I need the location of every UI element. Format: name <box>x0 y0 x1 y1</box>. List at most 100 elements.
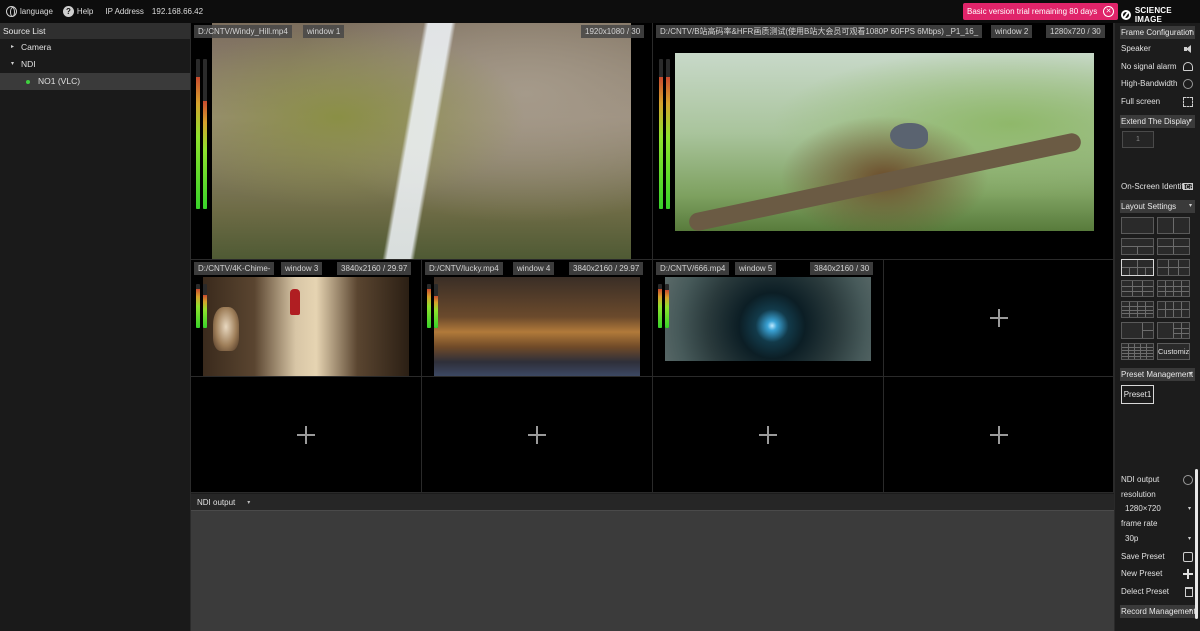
video-wall-grid: D:/CNTV/Windy_Hill.mp4 window 1 1920x108… <box>191 23 1114 493</box>
language-menu[interactable]: language <box>6 6 53 17</box>
globe-icon <box>6 6 17 17</box>
ndi-output-label: NDI output <box>1121 475 1160 484</box>
layout-2x4[interactable] <box>1157 301 1190 318</box>
help-icon: ? <box>62 6 74 17</box>
extend-display-header[interactable]: Extend The Display ▾ <box>1120 115 1195 128</box>
add-source-plus-icon[interactable] <box>528 425 546 444</box>
frame-config-header[interactable]: Frame Configuration ▾ <box>1120 26 1195 39</box>
window-source-path: D:/CNTV/666.mp4 <box>656 262 730 275</box>
layout-3x3[interactable] <box>1121 280 1154 297</box>
source-item-label: NO1 (VLC) <box>38 76 81 86</box>
fullscreen-icon[interactable] <box>1183 97 1193 107</box>
language-label: language <box>20 7 53 16</box>
save-preset-button[interactable]: Save Preset <box>1121 550 1193 564</box>
audio-meter-right <box>434 284 438 328</box>
window-name: window 4 <box>513 262 555 275</box>
layout-5x5[interactable] <box>1121 343 1154 360</box>
video-window-3[interactable]: D:/CNTV/4K-Chime- window 3 3840x2160 / 2… <box>191 260 422 377</box>
layout-1-plus-7[interactable] <box>1157 322 1190 339</box>
chevron-down-icon: ▾ <box>1188 608 1192 614</box>
layout-settings-header[interactable]: Layout Settings ▾ <box>1120 200 1195 213</box>
top-bar: language ? Help IP Address 192.168.66.42… <box>0 0 1200 24</box>
preset1-button[interactable]: Preset1 <box>1121 385 1154 404</box>
layout-1x2[interactable] <box>1157 217 1190 234</box>
audio-meter-left <box>196 59 200 209</box>
chevron-down-icon: ▾ <box>1188 118 1192 124</box>
frame-rate-label: frame rate <box>1121 519 1158 528</box>
add-source-plus-icon[interactable] <box>297 425 315 444</box>
window-resolution: 3840x2160 / 30 <box>810 262 874 275</box>
video-window-2[interactable]: D:/CNTV/B站高码率&HFR画质测试(使用B站大会员可观看1080P 60… <box>653 23 1114 260</box>
collapse-caret-icon[interactable]: ▾ <box>11 56 14 73</box>
logo-mark-icon <box>1121 10 1131 20</box>
high-bandwidth-toggle[interactable]: High-Bandwidth <box>1121 77 1193 91</box>
preset-management-header[interactable]: Preset Management ▾ <box>1120 368 1195 381</box>
source-tree-label: NDI <box>21 59 36 69</box>
ip-address-value: 192.168.66.42 <box>151 7 204 16</box>
add-source-plus-icon[interactable] <box>989 309 1008 327</box>
video-window-5[interactable]: D:/CNTV/666.mp4 window 5 3840x2160 / 30 <box>653 260 884 377</box>
ndi-output-toggle[interactable]: NDI output <box>1121 473 1193 487</box>
source-tree-ndi[interactable]: ▾ NDI <box>0 56 190 73</box>
extend-display-input[interactable]: 1 <box>1122 131 1154 148</box>
chevron-down-icon: ▾ <box>1187 536 1191 542</box>
audio-meter-left <box>659 59 663 209</box>
source-list-panel: Source List ▸ Camera ▾ NDI NO1 (VLC) <box>0 23 191 631</box>
settings-scrollbar[interactable] <box>1195 469 1198 619</box>
resolution-select[interactable]: 1280×720 ▾ <box>1121 502 1193 516</box>
full-screen-button[interactable]: Full screen <box>1121 95 1193 109</box>
window-resolution: 3840x2160 / 29.97 <box>337 262 412 275</box>
trash-icon[interactable] <box>1185 587 1193 597</box>
video-window-4[interactable]: D:/CNTV/lucky.mp4 window 4 3840x2160 / 2… <box>422 260 653 377</box>
layout-3x4[interactable] <box>1157 280 1190 297</box>
delete-preset-label: Delect Preset <box>1121 587 1170 596</box>
layout-1x1[interactable] <box>1121 217 1154 234</box>
section-title: Layout Settings <box>1121 202 1177 211</box>
audio-meter-right <box>666 59 670 209</box>
empty-window-slot[interactable] <box>653 377 884 493</box>
toggle-circle-icon[interactable] <box>1183 79 1193 89</box>
speaker-icon[interactable] <box>1183 44 1193 54</box>
empty-window-slot[interactable] <box>884 377 1114 493</box>
add-source-plus-icon[interactable] <box>759 425 777 444</box>
section-title: Frame Configuration <box>1121 28 1194 37</box>
source-item-no1-vlc[interactable]: NO1 (VLC) <box>0 73 190 90</box>
ip-address-label: IP Address <box>105 7 144 16</box>
layout-1-plus-5[interactable] <box>1121 322 1154 339</box>
save-icon[interactable] <box>1183 552 1193 562</box>
video-frame-2 <box>675 53 1094 233</box>
source-tree-camera[interactable]: ▸ Camera <box>0 39 190 56</box>
layout-1-plus-2[interactable] <box>1121 238 1154 255</box>
layout-customize-button[interactable]: Customize <box>1157 343 1190 360</box>
speaker-toggle[interactable]: Speaker <box>1121 42 1193 56</box>
help-menu[interactable]: ? Help <box>62 6 93 17</box>
window-name: window 1 <box>303 25 345 38</box>
empty-window-slot[interactable] <box>884 260 1114 377</box>
no-signal-alarm-toggle[interactable]: No signal alarm <box>1121 60 1193 74</box>
toggle-circle-icon[interactable] <box>1183 475 1193 485</box>
layout-4x4[interactable] <box>1121 301 1154 318</box>
close-icon[interactable]: ✕ <box>1103 6 1114 17</box>
layout-2x2[interactable] <box>1157 238 1190 255</box>
audio-meter-left <box>427 284 431 328</box>
delete-preset-button[interactable]: Delect Preset <box>1121 585 1193 599</box>
ndi-output-dropdown[interactable]: NDI output ▾ <box>191 494 1114 511</box>
expand-caret-icon[interactable]: ▸ <box>11 39 14 56</box>
frame-rate-select[interactable]: 30p ▾ <box>1121 532 1193 546</box>
monitor-icon[interactable] <box>1183 183 1193 190</box>
plus-icon[interactable] <box>1183 569 1193 579</box>
frame-rate-value: 30p <box>1125 534 1139 543</box>
window-resolution: 3840x2160 / 29.97 <box>569 262 644 275</box>
video-window-1[interactable]: D:/CNTV/Windy_Hill.mp4 window 1 1920x108… <box>191 23 653 260</box>
record-management-header[interactable]: Record Management ▾ <box>1120 605 1195 618</box>
vase-shape <box>213 307 239 351</box>
bell-icon[interactable] <box>1183 62 1193 71</box>
empty-window-slot[interactable] <box>191 377 422 493</box>
layout-2x3[interactable] <box>1157 259 1190 276</box>
new-preset-button[interactable]: New Preset <box>1121 567 1193 581</box>
layout-2-plus-4-selected[interactable] <box>1121 259 1154 276</box>
full-screen-label: Full screen <box>1121 97 1161 106</box>
on-screen-id-toggle[interactable]: On-Screen Identification <box>1121 180 1193 194</box>
add-source-plus-icon[interactable] <box>989 425 1008 444</box>
empty-window-slot[interactable] <box>422 377 653 493</box>
